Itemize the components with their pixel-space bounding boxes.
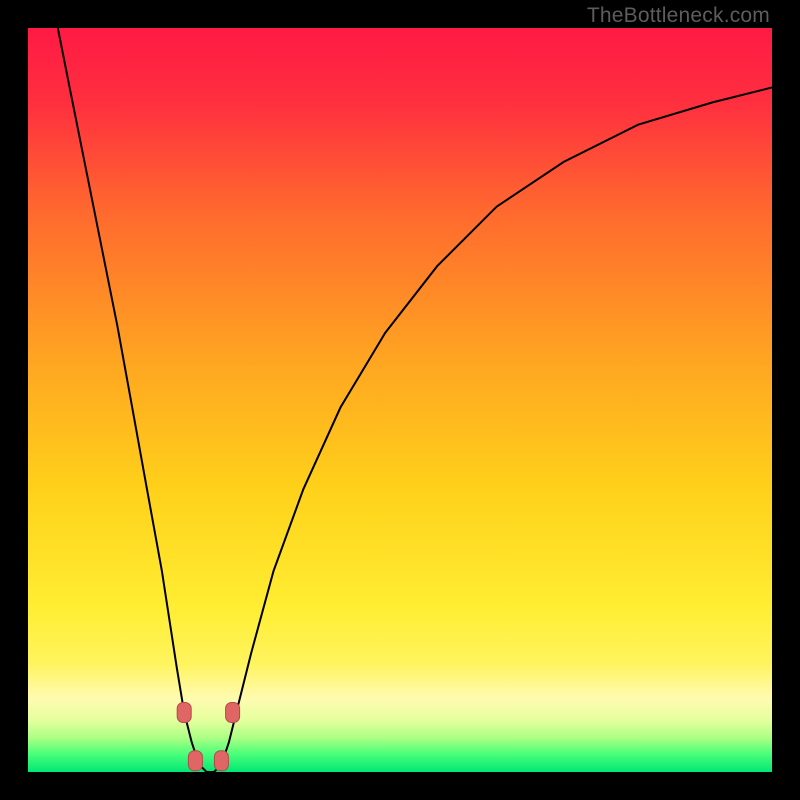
- curve-marker: [214, 751, 228, 771]
- curve-marker: [177, 703, 191, 723]
- curve-marker: [226, 703, 240, 723]
- chart-background: [28, 28, 772, 772]
- chart-frame: [28, 28, 772, 772]
- watermark-text: TheBottleneck.com: [587, 4, 770, 28]
- bottleneck-chart: [28, 28, 772, 772]
- curve-marker: [188, 751, 202, 771]
